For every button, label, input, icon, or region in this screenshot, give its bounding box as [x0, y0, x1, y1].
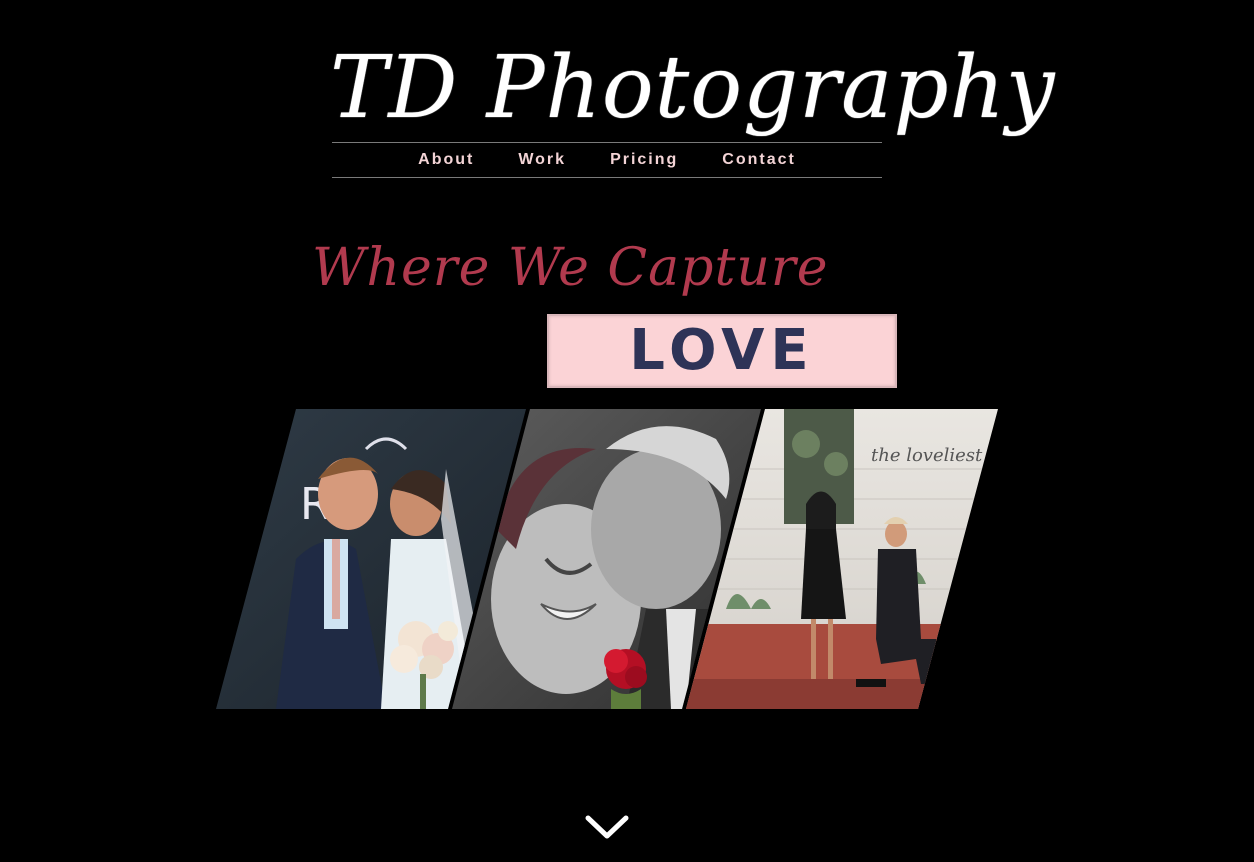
page: TD Photography About Work Pricing Contac… [0, 0, 1254, 862]
nav-link-contact[interactable]: Contact [722, 151, 796, 169]
shop-sign-text: the loveliest [871, 445, 983, 466]
love-banner-text: LOVE [629, 318, 815, 383]
site-title[interactable]: TD Photography [330, 18, 1054, 158]
chevron-down-icon[interactable] [584, 812, 630, 842]
love-banner: LOVE [547, 314, 897, 388]
photo-gallery: R the loveliest [216, 409, 998, 709]
hero-tagline: Where We Capture [312, 238, 829, 298]
gallery-canvas: R the loveliest [216, 409, 998, 709]
nav-link-about[interactable]: About [418, 151, 474, 169]
nav-link-pricing[interactable]: Pricing [610, 151, 678, 169]
nav-link-work[interactable]: Work [518, 151, 566, 169]
main-nav: About Work Pricing Contact [332, 142, 882, 178]
